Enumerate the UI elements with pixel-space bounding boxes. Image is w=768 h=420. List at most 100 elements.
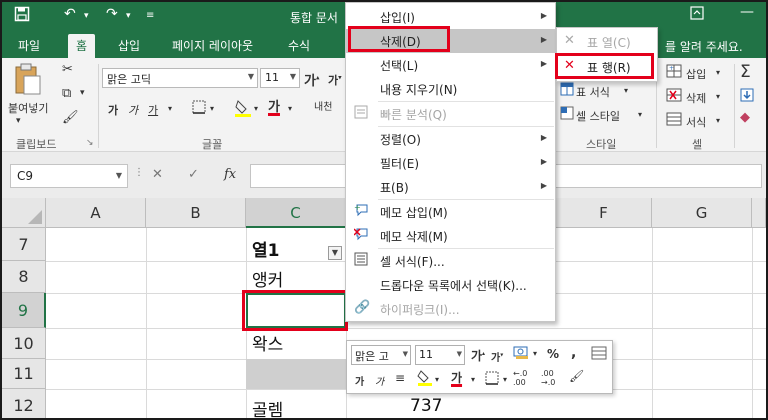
tab-file[interactable]: 파일 — [18, 37, 40, 54]
mini-comma-button[interactable]: , — [571, 345, 576, 361]
column-header-c[interactable]: C — [246, 198, 346, 228]
font-color-dropdown-icon[interactable]: ▾ — [288, 104, 292, 113]
insert-cells-icon[interactable]: + — [666, 64, 682, 82]
mini-bold-button[interactable]: 가 — [355, 373, 364, 388]
tab-home[interactable]: 홈 — [68, 34, 96, 58]
font-name-box[interactable]: 맑은 고딕 ▼ — [102, 68, 258, 88]
font-size-box[interactable]: 11 ▼ — [260, 68, 300, 88]
cell-c10[interactable]: 왁스 — [252, 330, 283, 355]
fill-color-dropdown-icon[interactable]: ▾ — [254, 104, 258, 113]
decrease-font-size-icon[interactable]: 가▾ — [328, 72, 342, 88]
tab-formulas[interactable]: 수식 — [288, 37, 310, 54]
tab-insert[interactable]: 삽입 — [118, 37, 140, 54]
format-cells-icon[interactable] — [666, 112, 682, 130]
column-header-g[interactable]: G — [652, 198, 752, 228]
mini-increase-decimal-button[interactable]: ←.0.00 — [513, 369, 527, 387]
customize-qat-icon[interactable]: ≡ — [146, 10, 154, 21]
autosum-icon[interactable]: Σ — [740, 62, 751, 82]
delete-dropdown-icon[interactable]: ▾ — [716, 92, 720, 101]
italic-button[interactable]: 가 — [128, 102, 138, 118]
row-header-10[interactable]: 10 — [2, 328, 46, 359]
clipboard-launcher-icon[interactable]: ↘ — [86, 138, 94, 148]
cell-style-label[interactable]: 셀 스타일 — [576, 108, 620, 124]
mini-accounting-dropdown-icon[interactable]: ▾ — [533, 349, 537, 358]
clear-icon[interactable]: ◆ — [740, 110, 750, 125]
format-cells-label[interactable]: 서식 — [686, 114, 706, 130]
row-header-7[interactable]: 7 — [2, 228, 46, 261]
table-format-label[interactable]: 표 서식 — [576, 84, 610, 100]
name-box[interactable]: C9 ▼ — [10, 164, 128, 188]
row-header-11[interactable]: 11 — [2, 359, 46, 389]
cut-icon[interactable]: ✂ — [62, 62, 73, 77]
format-dropdown-icon[interactable]: ▾ — [716, 116, 720, 125]
filter-dropdown-icon[interactable]: ▼ — [328, 246, 342, 260]
column-header-b[interactable]: B — [146, 198, 246, 228]
save-icon[interactable] — [14, 6, 30, 26]
menu-item-pick-from-list[interactable]: 드롭다운 목록에서 선택(K)... — [346, 273, 555, 297]
menu-item-sort[interactable]: 정렬(O) ▶ — [346, 127, 555, 151]
mini-fill-color-dropdown-icon[interactable]: ▾ — [435, 375, 439, 384]
delete-cells-label[interactable]: 삭제 — [686, 90, 706, 106]
phonetic-button[interactable]: 내천 — [314, 98, 332, 113]
mini-format-painter-icon[interactable]: 🖌 — [569, 369, 584, 383]
mini-font-size-box[interactable]: 11 ▼ — [415, 345, 465, 365]
column-header-f[interactable]: F — [556, 198, 652, 228]
fill-icon[interactable] — [740, 88, 754, 106]
mini-font-color-button[interactable]: 가 — [451, 369, 462, 386]
row-header-12[interactable]: 12 — [2, 389, 46, 418]
cell-c8[interactable]: 앵커 — [252, 266, 283, 291]
undo-dropdown-icon[interactable]: ▾ — [84, 11, 89, 21]
mini-align-center-icon[interactable]: ≡ — [395, 371, 405, 385]
insert-function-button[interactable]: fx — [224, 167, 236, 182]
menu-item-insert-comment[interactable]: + 메모 삽입(M) — [346, 200, 555, 224]
cancel-formula-button[interactable]: ✕ — [152, 167, 163, 182]
underline-button[interactable]: 가 — [148, 102, 158, 118]
table-format-dropdown-icon[interactable]: ▾ — [624, 86, 628, 95]
menu-item-clear-contents[interactable]: 내용 지우기(N) — [346, 77, 555, 101]
minimize-icon[interactable]: — — [740, 4, 754, 20]
mini-font-color-dropdown-icon[interactable]: ▾ — [471, 375, 475, 384]
tell-me-box[interactable]: 를 알려 주세요. — [665, 38, 743, 55]
column-header-a[interactable]: A — [46, 198, 146, 228]
tab-page-layout[interactable]: 페이지 레이아웃 — [172, 37, 253, 54]
mini-borders-icon[interactable] — [485, 371, 499, 388]
cell-style-icon[interactable] — [560, 106, 574, 124]
row-header-8[interactable]: 8 — [2, 261, 46, 293]
increase-font-size-icon[interactable]: 가▴ — [304, 70, 319, 89]
table-format-icon[interactable] — [560, 82, 574, 100]
paste-icon[interactable] — [12, 62, 42, 100]
underline-dropdown-icon[interactable]: ▾ — [168, 104, 172, 113]
mini-decrease-decimal-button[interactable]: .00 →.0 — [541, 369, 555, 387]
bold-button[interactable]: 가 — [108, 102, 118, 118]
menu-item-format-cells[interactable]: 셀 서식(F)... — [346, 249, 555, 273]
insert-dropdown-icon[interactable]: ▾ — [716, 68, 720, 77]
mini-increase-font-icon[interactable]: 가▴ — [471, 347, 485, 364]
select-all-button[interactable] — [2, 198, 46, 228]
mini-percent-button[interactable]: % — [547, 347, 559, 361]
paste-dropdown-icon[interactable]: ▾ — [16, 116, 21, 126]
menu-item-filter[interactable]: 필터(E) ▶ — [346, 151, 555, 175]
borders-icon[interactable] — [192, 100, 206, 118]
mini-decrease-font-icon[interactable]: 가▾ — [491, 349, 503, 364]
delete-cells-icon[interactable] — [666, 88, 682, 106]
table-row-banded[interactable] — [246, 359, 346, 389]
table-header-cell[interactable]: 열1 — [252, 236, 279, 261]
mini-format-table-icon[interactable] — [591, 346, 607, 363]
mini-italic-button[interactable]: 가 — [375, 373, 384, 388]
menu-item-delete-comment[interactable]: 메모 삭제(M) — [346, 224, 555, 248]
cell-c12[interactable]: 골렘 — [252, 396, 283, 418]
row-header-9[interactable]: 9 — [2, 293, 46, 328]
copy-dropdown-icon[interactable]: ▾ — [80, 88, 85, 98]
cell-style-dropdown-icon[interactable]: ▾ — [638, 110, 642, 119]
insert-cells-label[interactable]: 삽입 — [686, 66, 706, 82]
borders-dropdown-icon[interactable]: ▾ — [210, 104, 214, 113]
fill-color-icon[interactable] — [234, 98, 252, 122]
menu-item-select[interactable]: 선택(L) ▶ — [346, 53, 555, 77]
ribbon-display-icon[interactable] — [690, 6, 704, 24]
redo-icon[interactable]: ↷ — [106, 6, 118, 22]
column-header-partial[interactable] — [752, 198, 766, 228]
redo-dropdown-icon[interactable]: ▾ — [126, 11, 131, 21]
mini-accounting-format-icon[interactable] — [513, 345, 531, 364]
mini-borders-dropdown-icon[interactable]: ▾ — [503, 375, 507, 384]
format-painter-icon[interactable]: 🖌 — [62, 110, 79, 125]
